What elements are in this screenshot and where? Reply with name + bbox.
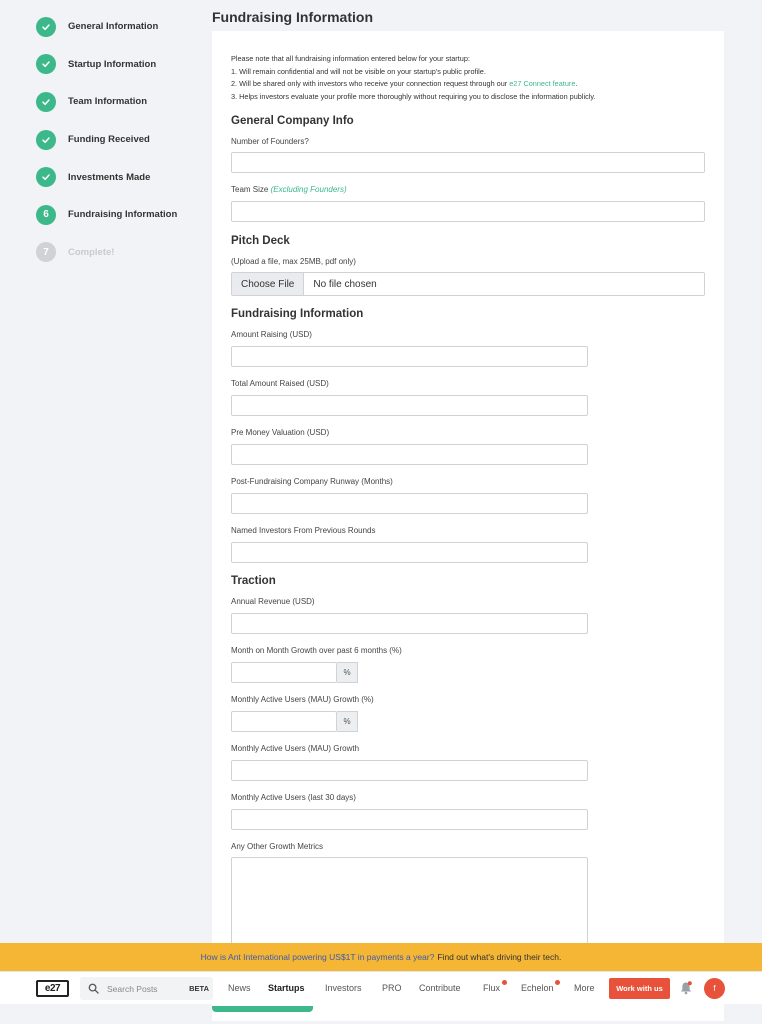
nav-echelon[interactable]: Echelon xyxy=(521,983,554,993)
step-general-information[interactable]: General Information xyxy=(36,8,206,46)
section-traction: Traction xyxy=(231,575,276,587)
pre-money-input[interactable] xyxy=(231,444,588,465)
step-label: Team Information xyxy=(68,96,147,108)
form-panel: Please note that all fundraising informa… xyxy=(212,31,724,1021)
annual-revenue-input[interactable] xyxy=(231,613,588,634)
founders-label: Number of Founders? xyxy=(231,137,309,146)
nav-investors[interactable]: Investors xyxy=(325,983,362,993)
e27-logo[interactable]: e27 xyxy=(36,980,69,997)
file-status: No file chosen xyxy=(313,278,377,290)
step-label: Startup Information xyxy=(68,58,157,70)
notice-line-2-end: . xyxy=(575,79,578,89)
percent-addon: % xyxy=(337,662,358,683)
pitch-deck-file-input[interactable]: Choose File No file chosen xyxy=(231,272,705,296)
promo-banner[interactable]: How is Ant International powering US$1T … xyxy=(0,943,762,971)
section-pitch-deck: Pitch Deck xyxy=(231,235,290,247)
amount-raising-label: Amount Raising (USD) xyxy=(231,330,312,339)
team-size-hint: (Excluding Founders) xyxy=(270,185,347,194)
mau-growth-input[interactable] xyxy=(231,760,588,781)
step-label: Investments Made xyxy=(68,171,151,183)
check-icon xyxy=(36,91,56,112)
bottom-navigation: e27 Search Posts BETA News Startups Inve… xyxy=(0,971,762,1004)
section-general-company-info: General Company Info xyxy=(231,115,354,127)
nav-news[interactable]: News xyxy=(228,983,251,993)
annual-revenue-label: Annual Revenue (USD) xyxy=(231,597,315,606)
step-label: Fundraising Information xyxy=(68,209,178,221)
named-investors-label: Named Investors From Previous Rounds xyxy=(231,526,376,535)
nav-flux[interactable]: Flux xyxy=(483,983,500,993)
mau-growth-pct-label: Monthly Active Users (MAU) Growth (%) xyxy=(231,695,374,704)
search-icon xyxy=(88,983,99,994)
promo-question[interactable]: How is Ant International powering US$1T … xyxy=(201,952,435,962)
nav-more[interactable]: More xyxy=(574,983,595,993)
step-fundraising-information[interactable]: 6 Fundraising Information xyxy=(36,196,206,234)
step-label: Complete! xyxy=(68,246,115,258)
pitch-deck-hint: (Upload a file, max 25MB, pdf only) xyxy=(231,257,356,266)
notice-line-1: 1. Will remain confidential and will not… xyxy=(231,66,486,76)
active-tab-indicator xyxy=(212,1006,313,1012)
check-icon xyxy=(36,16,56,37)
step-label: Funding Received xyxy=(68,134,150,146)
mau-growth-pct-input[interactable] xyxy=(231,711,337,732)
founders-input[interactable] xyxy=(231,152,705,173)
nav-pro[interactable]: PRO xyxy=(382,983,402,993)
mau-30-label: Monthly Active Users (last 30 days) xyxy=(231,793,356,802)
step-number: 6 xyxy=(36,204,56,225)
other-metrics-label: Any Other Growth Metrics xyxy=(231,842,324,851)
bell-icon[interactable] xyxy=(680,981,692,995)
percent-addon: % xyxy=(337,711,358,732)
search-bar[interactable]: Search Posts BETA xyxy=(80,977,213,1000)
mom-growth-label: Month on Month Growth over past 6 months… xyxy=(231,646,402,655)
section-fundraising-information: Fundraising Information xyxy=(231,308,364,320)
flux-notification-dot xyxy=(502,980,507,985)
step-complete: 7 Complete! xyxy=(36,234,206,272)
notice-intro: Please note that all fundraising informa… xyxy=(231,54,470,63)
e27-connect-link[interactable]: e27 Connect feature xyxy=(509,79,575,88)
step-label: General Information xyxy=(68,21,159,33)
step-funding-received[interactable]: Funding Received xyxy=(36,121,206,159)
total-raised-label: Total Amount Raised (USD) xyxy=(231,379,329,388)
total-raised-input[interactable] xyxy=(231,395,588,416)
progress-stepper: General Information Startup Information … xyxy=(36,8,206,271)
notice-line-2-text: 2. Will be shared only with investors wh… xyxy=(231,79,510,89)
page-title: Fundraising Information xyxy=(212,9,373,25)
pre-money-label: Pre Money Valuation (USD) xyxy=(231,428,330,437)
confidentiality-notice: Please note that all fundraising informa… xyxy=(231,53,596,103)
step-startup-information[interactable]: Startup Information xyxy=(36,46,206,84)
step-number: 7 xyxy=(36,242,56,263)
beta-badge: BETA xyxy=(189,984,209,993)
notice-line-3: 3. Helps investors evaluate your profile… xyxy=(231,91,596,101)
runway-label: Post-Fundraising Company Runway (Months) xyxy=(231,477,393,486)
promo-answer[interactable]: Find out what's driving their tech. xyxy=(437,952,561,962)
nav-contribute[interactable]: Contribute xyxy=(419,983,461,993)
search-input[interactable]: Search Posts xyxy=(107,984,158,994)
mau-growth-label: Monthly Active Users (MAU) Growth xyxy=(231,744,360,753)
team-size-label: Team Size (Excluding Founders) xyxy=(231,185,347,194)
check-icon xyxy=(36,167,56,188)
runway-input[interactable] xyxy=(231,493,588,514)
nav-startups[interactable]: Startups xyxy=(268,983,305,993)
step-investments-made[interactable]: Investments Made xyxy=(36,158,206,196)
team-size-input[interactable] xyxy=(231,201,705,222)
amount-raising-input[interactable] xyxy=(231,346,588,367)
step-team-information[interactable]: Team Information xyxy=(36,83,206,121)
echelon-notification-dot xyxy=(555,980,560,985)
check-icon xyxy=(36,54,56,75)
work-with-us-button[interactable]: Work with us xyxy=(609,978,670,999)
other-metrics-textarea[interactable] xyxy=(231,857,588,957)
choose-file-button[interactable]: Choose File xyxy=(232,273,305,295)
team-size-label-text: Team Size xyxy=(231,185,269,194)
named-investors-input[interactable] xyxy=(231,542,588,563)
mom-growth-input[interactable] xyxy=(231,662,337,683)
check-icon xyxy=(36,129,56,150)
notice-line-2: 2. Will be shared only with investors wh… xyxy=(231,78,596,91)
avatar[interactable]: f xyxy=(704,978,725,999)
mau-30-input[interactable] xyxy=(231,809,588,830)
